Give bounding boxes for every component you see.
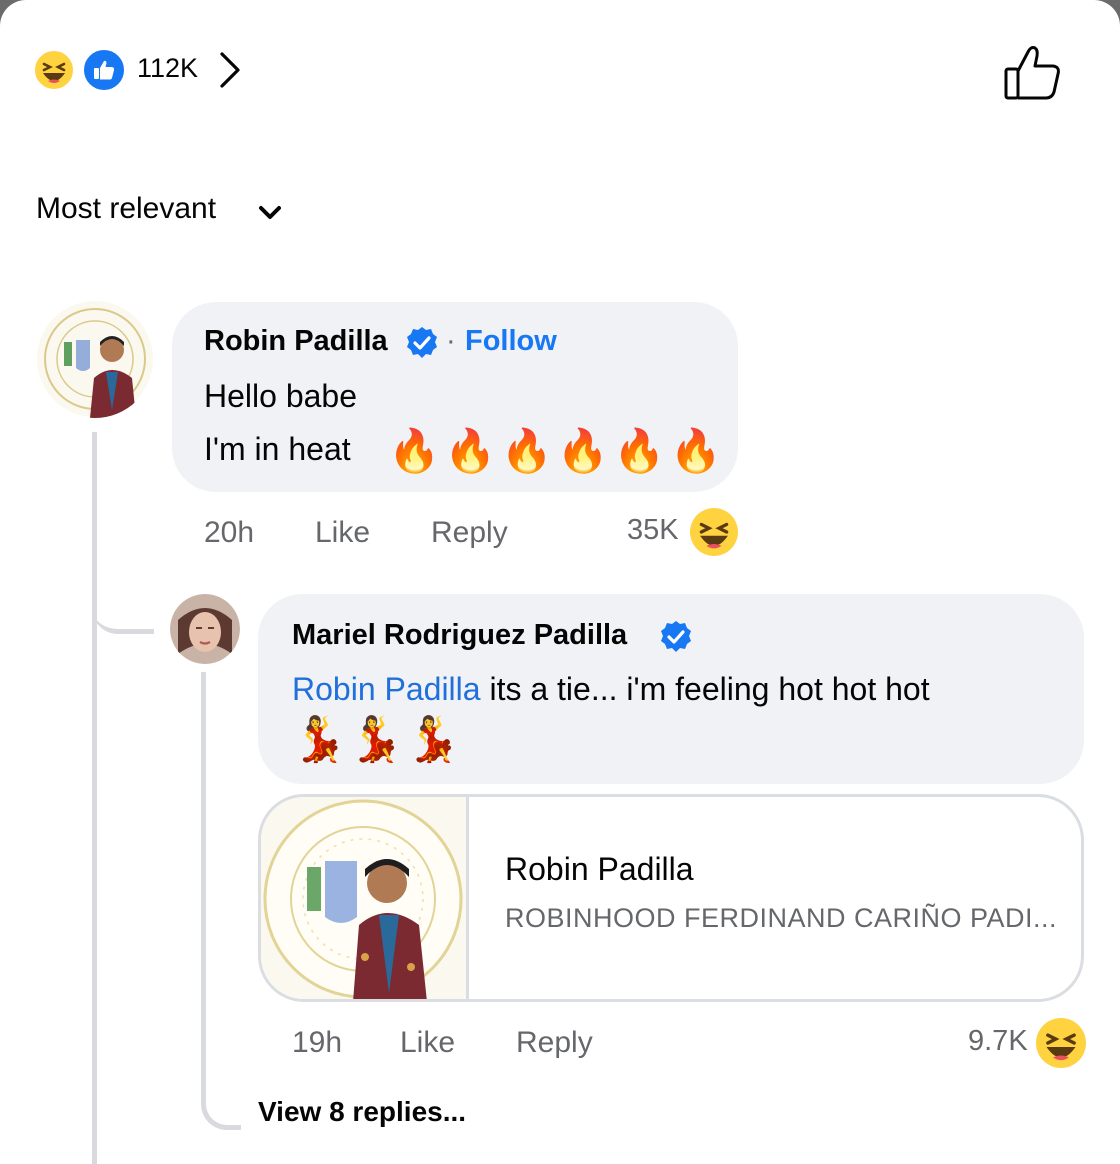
avatar[interactable] [170,594,240,664]
comment-timestamp[interactable]: 20h [204,516,254,550]
mention-link[interactable]: Robin Padilla [292,671,481,707]
chevron-right-icon[interactable] [212,48,246,97]
dancer-emoji: 💃 [405,715,461,764]
view-replies-link[interactable]: View 8 replies... [258,1096,466,1128]
comment-text-body: its a tie... i'm feeling hot hot hot [480,671,930,707]
fire-emoji: 🔥 [500,427,553,474]
thread-line [92,432,97,1164]
link-preview-card[interactable]: Robin Padilla ROBINHOOD FERDINAND CARIÑO… [258,794,1084,1002]
laughing-face-icon [690,508,738,556]
follow-button[interactable]: Follow [465,325,557,358]
laughing-face-icon [32,48,76,92]
sort-dropdown-label[interactable]: Most relevant [36,192,216,226]
laughing-face-icon [1036,1018,1086,1068]
separator-dot: · [446,325,456,357]
link-preview-subtitle: ROBINHOOD FERDINAND CARIÑO PADI... [505,903,1058,933]
fire-emoji: 🔥 [388,427,441,474]
like-button[interactable]: Like [315,516,370,550]
reaction-count[interactable]: 112K [137,53,198,84]
comment-reaction-count[interactable]: 9.7K [968,1025,1028,1058]
comment-author[interactable]: Robin Padilla [204,325,388,358]
comment-timestamp[interactable]: 19h [292,1026,342,1060]
reply-button[interactable]: Reply [516,1026,593,1060]
fire-emoji: 🔥 [613,427,666,474]
fire-emoji: 🔥 [556,427,610,474]
comment-text: Robin Padilla its a tie... i'm feeling h… [292,671,930,708]
verified-badge-icon [404,325,440,361]
reply-thread-line [201,672,206,1092]
fire-emoji: 🔥 [444,427,497,474]
comment-text-line: Hello babe [204,378,357,414]
chevron-down-icon[interactable] [256,200,284,231]
link-preview-thumbnail [261,797,469,999]
avatar[interactable] [36,300,154,418]
dancer-emoji-row: 💃 💃 💃 [292,712,462,768]
dancer-emoji: 💃 [292,715,347,764]
like-button[interactable]: Like [400,1026,455,1060]
link-preview-title: Robin Padilla [505,851,694,887]
reply-button[interactable]: Reply [431,516,508,550]
fire-emoji: 🔥 [669,427,722,474]
comment-reaction-count[interactable]: 35K [627,514,679,547]
dancer-emoji: 💃 [348,715,404,764]
thread-connector [92,590,154,634]
fire-emoji-row: 🔥 🔥 🔥 🔥 🔥 🔥 [388,424,722,478]
like-icon [81,47,127,93]
comments-sheet: 112K Most relevant Robin Padilla · Follo… [0,0,1120,1164]
comment-author[interactable]: Mariel Rodriguez Padilla [292,619,627,652]
reply-thread-connector [201,1086,241,1130]
thumbs-up-outline-icon[interactable] [1000,42,1066,109]
comment-text-line: I'm in heat [204,431,351,467]
verified-badge-icon [658,619,694,655]
